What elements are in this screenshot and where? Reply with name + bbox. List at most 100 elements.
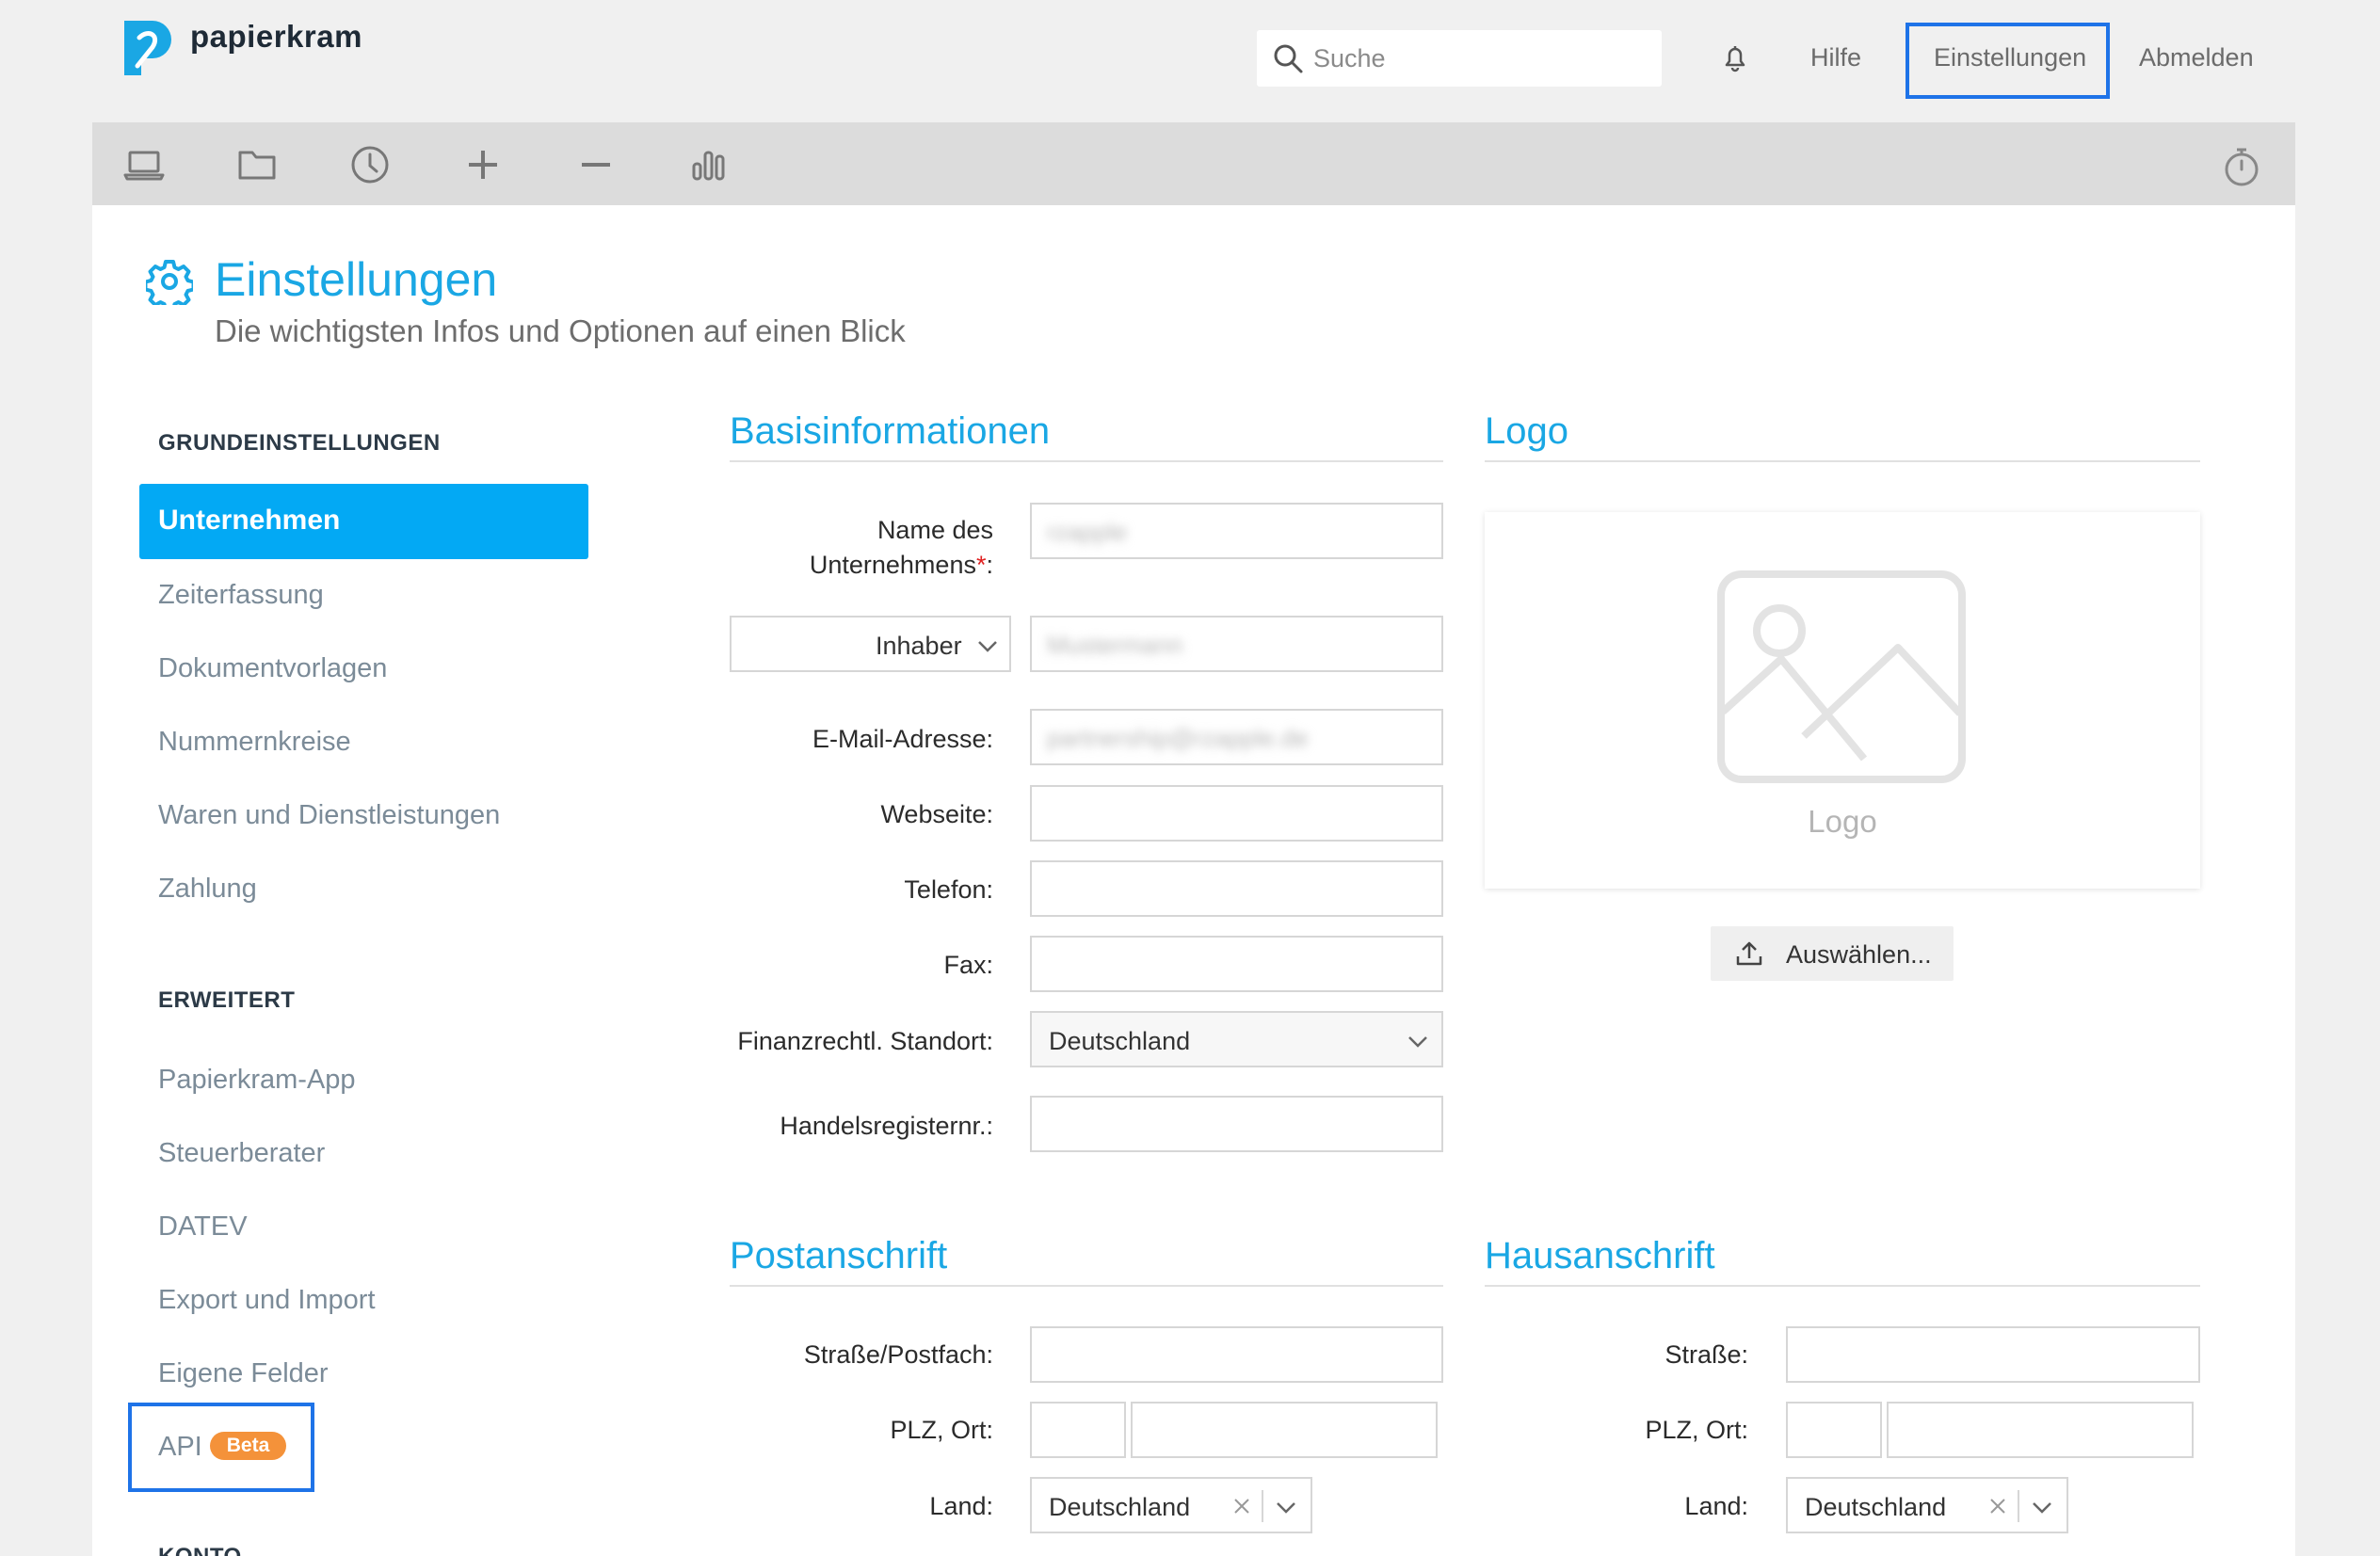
laptop-icon[interactable] — [122, 143, 166, 186]
sidebar-item-unternehmen[interactable]: Unternehmen — [139, 484, 588, 559]
chevron-down-icon — [978, 641, 997, 652]
company-name-label-line2: Unternehmens — [809, 551, 976, 579]
plus-icon[interactable] — [461, 143, 505, 186]
stopwatch-icon[interactable] — [2220, 145, 2263, 188]
sidebar-item-zeiterfassung[interactable]: Zeiterfassung — [158, 580, 324, 611]
toolbar — [92, 122, 2295, 205]
section-divider — [1485, 1285, 2200, 1287]
chevron-down-icon — [1408, 1036, 1427, 1048]
sidebar-item-papierkram-app[interactable]: Papierkram-App — [158, 1065, 356, 1096]
help-link[interactable]: Hilfe — [1810, 43, 1861, 72]
label-colon: : — [986, 551, 993, 579]
bell-icon[interactable] — [1719, 41, 1751, 73]
postal-zip-city-label: PLZ, Ort: — [890, 1416, 993, 1444]
fax-field[interactable] — [1030, 936, 1443, 992]
sidebar-item-nummernkreise[interactable]: Nummernkreise — [158, 727, 351, 758]
home-street-field[interactable] — [1786, 1326, 2200, 1383]
chevron-down-icon — [1277, 1502, 1295, 1514]
section-title-basisinformationen: Basisinformationen — [730, 410, 1051, 452]
logout-link[interactable]: Abmelden — [2139, 43, 2254, 72]
sidebar-section-konto: KONTO — [158, 1544, 242, 1556]
company-name-label: Name des Unternehmens*: — [734, 516, 993, 580]
search-input[interactable] — [1313, 38, 1652, 79]
page-subtitle: Die wichtigsten Infos und Optionen auf e… — [215, 313, 906, 348]
owner-type-select[interactable]: Inhaber — [730, 616, 1011, 672]
home-street-label: Straße: — [1664, 1340, 1748, 1369]
select-separator — [2018, 1490, 2019, 1522]
company-name-field[interactable]: rzapple — [1030, 503, 1443, 559]
postal-street-field[interactable] — [1030, 1326, 1443, 1383]
postal-city-field[interactable] — [1131, 1402, 1438, 1458]
postal-country-select[interactable]: Deutschland — [1030, 1477, 1312, 1533]
clear-icon[interactable] — [1231, 1496, 1252, 1516]
sidebar-item-eigene-felder[interactable]: Eigene Felder — [158, 1358, 329, 1389]
email-value: partnership@rzapple.de — [1047, 724, 1309, 752]
tax-location-select[interactable]: Deutschland — [1030, 1011, 1443, 1067]
trade-register-label: Handelsregisternr.: — [780, 1112, 993, 1140]
owner-name-field[interactable]: Mustermann — [1030, 616, 1443, 672]
image-placeholder-icon — [1717, 570, 1966, 783]
settings-highlight-box — [1906, 23, 2110, 99]
home-city-field[interactable] — [1887, 1402, 2194, 1458]
sidebar-section-erweitert: ERWEITERT — [158, 987, 296, 1013]
home-country-value: Deutschland — [1805, 1493, 1947, 1521]
postal-street-label: Straße/Postfach: — [803, 1340, 993, 1369]
papierkram-logo-icon[interactable] — [119, 17, 175, 79]
section-title-logo: Logo — [1485, 410, 1568, 452]
postal-zip-field[interactable] — [1030, 1402, 1126, 1458]
email-field[interactable]: partnership@rzapple.de — [1030, 709, 1443, 765]
gear-icon — [146, 260, 193, 305]
email-label: E-Mail-Adresse: — [812, 725, 993, 753]
postal-country-value: Deutschland — [1049, 1493, 1191, 1521]
tax-location-value: Deutschland — [1049, 1027, 1191, 1055]
company-name-label-line1: Name des — [876, 516, 993, 544]
logo-placeholder-label: Logo — [1808, 804, 1877, 839]
section-divider — [730, 460, 1443, 462]
upload-icon — [1736, 941, 1762, 966]
owner-name-value: Mustermann — [1047, 631, 1183, 659]
home-zip-city-label: PLZ, Ort: — [1645, 1416, 1748, 1444]
clear-icon[interactable] — [1987, 1496, 2008, 1516]
section-title-hausanschrift: Hausanschrift — [1485, 1235, 1715, 1276]
owner-type-value: Inhaber — [876, 632, 962, 660]
section-divider — [730, 1285, 1443, 1287]
brand-name[interactable]: papierkram — [190, 19, 362, 55]
select-separator — [1262, 1490, 1263, 1522]
upload-logo-button[interactable]: Auswählen... — [1711, 926, 1954, 981]
chevron-down-icon — [2033, 1502, 2051, 1514]
api-highlight-box — [128, 1403, 314, 1492]
sidebar-item-waren-und-dienstleistungen[interactable]: Waren und Dienstleistungen — [158, 800, 500, 831]
phone-label: Telefon: — [904, 875, 993, 904]
minus-icon[interactable] — [574, 143, 618, 186]
website-field[interactable] — [1030, 785, 1443, 842]
section-title-postanschrift: Postanschrift — [730, 1235, 948, 1276]
top-header: papierkram Hilfe Einstellungen Abmelden — [0, 0, 2380, 122]
page-title: Einstellungen — [215, 253, 498, 306]
required-asterisk: * — [975, 551, 987, 579]
sidebar-item-zahlung[interactable]: Zahlung — [158, 874, 257, 905]
folder-icon[interactable] — [235, 143, 279, 186]
home-country-label: Land: — [1684, 1492, 1748, 1520]
bar-chart-icon[interactable] — [687, 143, 731, 186]
home-zip-field[interactable] — [1786, 1402, 1882, 1458]
company-name-value: rzapple — [1047, 518, 1128, 546]
sidebar-item-label: Unternehmen — [158, 505, 341, 536]
upload-button-label: Auswählen... — [1786, 940, 1932, 969]
sidebar-item-export-und-import[interactable]: Export und Import — [158, 1285, 376, 1316]
search-icon — [1274, 44, 1303, 73]
sidebar-item-steuerberater[interactable]: Steuerberater — [158, 1138, 325, 1169]
sidebar-item-dokumentvorlagen[interactable]: Dokumentvorlagen — [158, 653, 387, 684]
website-label: Webseite: — [880, 800, 993, 828]
sidebar-section-grundeinstellungen: GRUNDEINSTELLUNGEN — [158, 430, 441, 456]
trade-register-field[interactable] — [1030, 1096, 1443, 1152]
clock-icon[interactable] — [348, 143, 392, 186]
search-box[interactable] — [1257, 30, 1662, 87]
postal-country-label: Land: — [929, 1492, 993, 1520]
home-country-select[interactable]: Deutschland — [1786, 1477, 2068, 1533]
sidebar-item-datev[interactable]: DATEV — [158, 1211, 248, 1243]
phone-field[interactable] — [1030, 860, 1443, 917]
logo-dropzone[interactable]: Logo — [1485, 512, 2200, 889]
tax-location-label: Finanzrechtl. Standort: — [737, 1027, 993, 1055]
section-divider — [1485, 460, 2200, 462]
fax-label: Fax: — [943, 951, 993, 979]
